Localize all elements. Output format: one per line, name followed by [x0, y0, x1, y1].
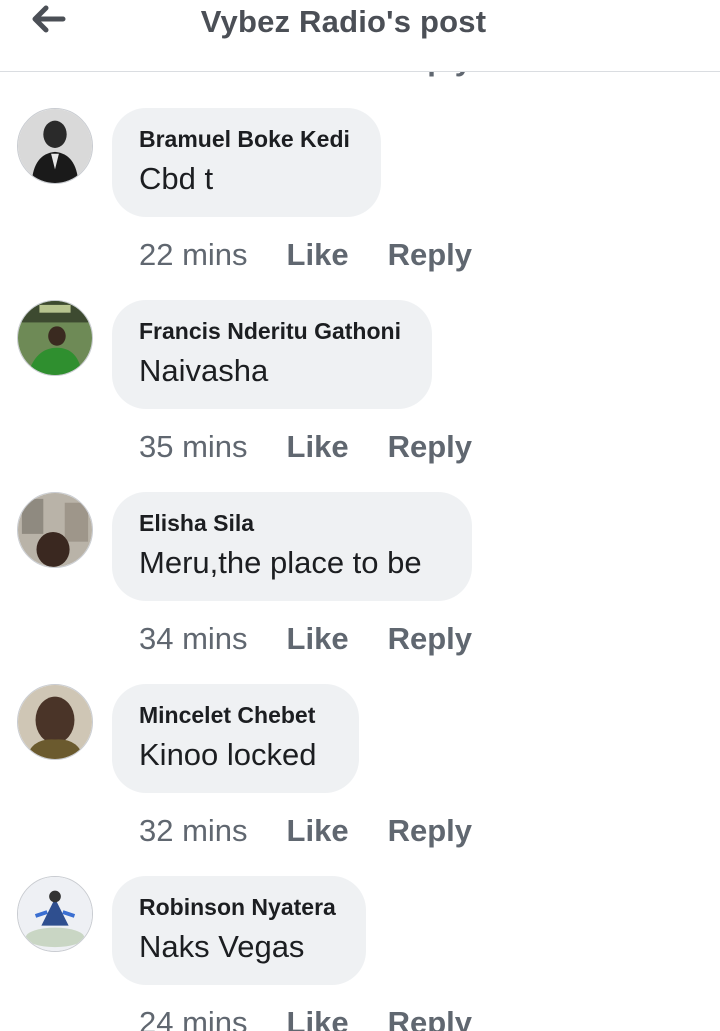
comment-text: Cbd t: [139, 161, 214, 196]
comment-author[interactable]: Bramuel Boke Kedi: [139, 124, 354, 154]
comment-text: Naks Vegas: [139, 929, 305, 964]
comment-text: Naivasha: [139, 353, 269, 388]
comment-bubble: Francis Nderitu Gathoni Naivasha: [112, 300, 432, 409]
comment-time: 22 mins: [139, 237, 248, 272]
comment-author[interactable]: Mincelet Chebet: [139, 700, 332, 730]
comment-author[interactable]: Francis Nderitu Gathoni: [139, 316, 405, 346]
comment-bubble: Elisha Sila Meru,the place to be: [112, 492, 472, 601]
comment-item: Mincelet Chebet Kinoo locked 32 mins Lik…: [0, 684, 720, 876]
like-button[interactable]: Like: [287, 621, 349, 657]
comment-item: Robinson Nyatera Naks Vegas 24 mins Like…: [0, 876, 720, 1031]
top-bar: Vybez Radio's post: [0, 0, 720, 72]
comment-bubble: Bramuel Boke Kedi Cbd t: [112, 108, 381, 217]
reply-button[interactable]: Reply: [388, 237, 472, 273]
comment-time: 35 mins: [139, 429, 248, 464]
comment-bubble: Mincelet Chebet Kinoo locked: [112, 684, 359, 793]
avatar[interactable]: [17, 876, 93, 952]
like-button[interactable]: Like: [287, 237, 349, 273]
comments-list: 16 mins Like Reply Bramuel Boke Kedi Cbd…: [0, 0, 720, 1031]
comment-actions: 24 mins Like Reply: [139, 1003, 472, 1031]
comment-item: Bramuel Boke Kedi Cbd t 22 mins Like Rep…: [0, 108, 720, 300]
comment-bubble: Robinson Nyatera Naks Vegas: [112, 876, 366, 985]
like-button[interactable]: Like: [287, 1005, 349, 1031]
profile-photo-icon: [18, 109, 92, 183]
avatar[interactable]: [17, 300, 93, 376]
profile-photo-icon: [18, 877, 92, 951]
profile-photo-icon: [18, 301, 92, 375]
like-button[interactable]: Like: [287, 813, 349, 849]
comment-text: Meru,the place to be: [139, 545, 422, 580]
comment-actions: 32 mins Like Reply: [139, 811, 472, 851]
comment-time: 24 mins: [139, 1005, 248, 1031]
avatar[interactable]: [17, 492, 93, 568]
comment-time: 34 mins: [139, 621, 248, 656]
comment-author[interactable]: Elisha Sila: [139, 508, 445, 538]
comment-item: Elisha Sila Meru,the place to be 34 mins…: [0, 492, 720, 684]
comment-author[interactable]: Robinson Nyatera: [139, 892, 339, 922]
comment-actions: 22 mins Like Reply: [139, 235, 472, 275]
comment-time: 32 mins: [139, 813, 248, 848]
comment-text: Kinoo locked: [139, 737, 317, 772]
page-title: Vybez Radio's post: [200, 4, 487, 39]
reply-button[interactable]: Reply: [388, 1005, 472, 1031]
avatar[interactable]: [17, 108, 93, 184]
reply-button[interactable]: Reply: [388, 813, 472, 849]
reply-button[interactable]: Reply: [388, 621, 472, 657]
like-button[interactable]: Like: [287, 429, 349, 465]
reply-button[interactable]: Reply: [388, 429, 472, 465]
comment-actions: 35 mins Like Reply: [139, 427, 472, 467]
comment-item: Francis Nderitu Gathoni Naivasha 35 mins…: [0, 300, 720, 492]
comment-actions: 34 mins Like Reply: [139, 619, 472, 659]
avatar[interactable]: [17, 684, 93, 760]
profile-photo-icon: [18, 685, 92, 759]
profile-photo-icon: [18, 493, 92, 567]
